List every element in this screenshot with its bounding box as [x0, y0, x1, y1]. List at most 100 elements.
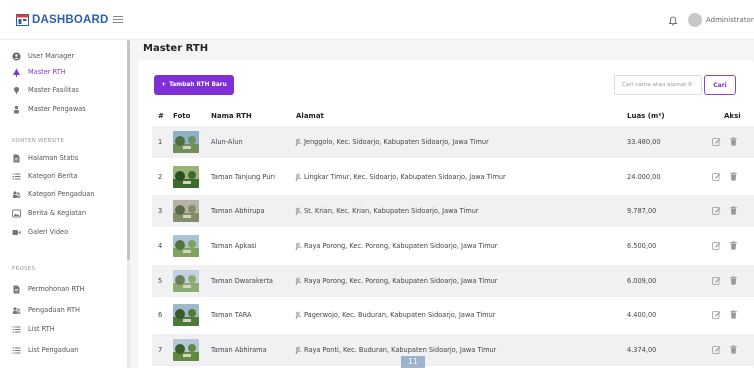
user-name: Administrator [706, 16, 754, 24]
sidebar-item-user-manager[interactable]: User Manager [12, 49, 74, 63]
rth-area: 4.400,00 [627, 311, 657, 319]
add-rth-button-label: Tambah RTH Baru [169, 82, 227, 88]
dashboard-logo-icon [16, 14, 29, 26]
sidebar-item-label: Master Fasilitas [28, 86, 79, 94]
list-icon [12, 347, 21, 353]
users-icon [12, 190, 21, 198]
search-input[interactable]: Cari nama atau alamat R [614, 75, 702, 95]
row-number: 5 [158, 277, 163, 285]
rth-photo[interactable] [173, 131, 199, 153]
sidebar-item-label: Master RTH [28, 68, 66, 76]
logo[interactable]: DASHBOARD [16, 14, 109, 26]
list-icon [12, 173, 21, 179]
rth-photo[interactable] [173, 166, 199, 188]
sidebar-item-kategori-pengaduan[interactable]: Kategori Pengaduan [12, 187, 95, 201]
rth-address: Jl. Raya Porong, Kec. Porong, Kabupaten … [296, 242, 498, 250]
sidebar-item-label: Kategori Berita [28, 172, 78, 180]
sidebar-item-permohonan-rth[interactable]: Permohonan RTH [12, 282, 85, 296]
rth-name: Taman Abhirupa [211, 207, 265, 215]
rth-area: 4.374,00 [627, 346, 657, 354]
column-header-no: # [158, 112, 164, 120]
list-icon [12, 326, 21, 332]
rth-address: Jl. Raya Porong, Kec. Porong, Kabupaten … [296, 277, 498, 285]
menu-toggle-icon[interactable] [113, 16, 123, 23]
rth-address: Jl. Raya Ponti, Kec. Buduran, Kabupaten … [296, 346, 497, 354]
edit-icon[interactable] [712, 241, 721, 250]
sidebar-item-galeri-video[interactable]: Galeri Video [12, 225, 68, 239]
trash-icon[interactable] [729, 310, 738, 319]
file-icon [13, 285, 20, 293]
sidebar-item-kategori-berita[interactable]: Kategori Berita [12, 169, 78, 183]
sidebar-item-master-rth[interactable]: Master RTH [12, 65, 66, 79]
person-icon [14, 105, 19, 113]
search-button[interactable]: Cari [704, 75, 736, 95]
row-number: 7 [158, 346, 163, 354]
trash-icon[interactable] [729, 276, 738, 285]
edit-icon[interactable] [712, 206, 721, 215]
table-row: 3 Taman Abhirupa Jl. St. Krian, Kec. Krian… [152, 195, 754, 227]
sidebar-item-pengaduan-rth[interactable]: Pengaduan RTH [12, 303, 80, 317]
sidebar-item-label: Master Pengawas [28, 105, 86, 113]
trash-icon[interactable] [729, 345, 738, 354]
sidebar-item-master-pengawas[interactable]: Master Pengawas [12, 102, 86, 116]
sidebar-item-list-rth[interactable]: List RTH [12, 322, 55, 336]
rth-address: Jl. Lingkar Timur, Kec. Sidoarjo, Kabupa… [296, 173, 506, 181]
rth-area: 6.009,00 [627, 277, 657, 285]
rth-area: 9.787,00 [627, 207, 657, 215]
sidebar-item-label: List RTH [28, 325, 55, 333]
column-header-aksi: Aksi [724, 112, 741, 120]
table-row: 1 Alun-Alun Jl. Jenggolo, Kec. Sidoarjo, K… [152, 126, 754, 158]
rth-area: 6.500,00 [627, 242, 657, 250]
rth-address: Jl. Jenggolo, Kec. Sidoarjo, Kabupaten S… [296, 138, 489, 146]
row-number: 2 [158, 173, 163, 181]
column-header-alamat: Alamat [296, 112, 324, 120]
trash-icon[interactable] [729, 206, 738, 215]
overlay-badge: 11 [401, 356, 425, 368]
sidebar-item-halaman-statis[interactable]: Halaman Statis [12, 151, 78, 165]
add-rth-button[interactable]: + Tambah RTH Baru [154, 75, 234, 95]
edit-icon[interactable] [712, 137, 721, 146]
page-title: Master RTH [143, 43, 209, 54]
rth-name: Taman Tanjung Puri [211, 173, 275, 181]
table-row: 7 Taman Abhirama Jl. Raya Ponti, Kec. Budu… [152, 334, 754, 366]
tree-icon [13, 68, 20, 77]
image-icon [12, 209, 21, 217]
users-icon [12, 306, 21, 314]
rth-photo[interactable] [173, 235, 199, 257]
table-row: 4 Taman Apkasi Jl. Raya Porong, Kec. Poron… [152, 230, 754, 262]
table-row: 5 Taman Dwarakerta Jl. Raya Porong, Kec. P… [152, 265, 754, 297]
sidebar-item-list-pengaduan[interactable]: List Pengaduan [12, 343, 78, 357]
edit-icon[interactable] [712, 276, 721, 285]
rth-area: 33.480,00 [627, 138, 661, 146]
sidebar-item-label: User Manager [28, 52, 75, 60]
rth-photo[interactable] [173, 339, 199, 361]
sidebar-item-label: Kategori Pengaduan [28, 190, 95, 198]
trash-icon[interactable] [729, 172, 738, 181]
user-menu[interactable]: Administrator ˅ [688, 13, 754, 27]
row-number: 4 [158, 242, 163, 250]
logo-text: DASHBOARD [32, 14, 109, 26]
user-circle-icon [12, 52, 21, 60]
rth-photo[interactable] [173, 304, 199, 326]
sidebar-item-master-fasilitas[interactable]: Master Fasilitas [12, 83, 79, 97]
row-number: 6 [158, 311, 163, 319]
column-header-luas: Luas (m²) [627, 112, 665, 120]
sidebar-item-label: Berita & Kegiatan [28, 209, 86, 217]
sidebar-section-konten: KONTEN WEBSITE [12, 138, 65, 144]
row-number: 1 [158, 138, 163, 146]
file-icon [13, 154, 20, 162]
rth-name: Taman Dwarakerta [211, 277, 273, 285]
bell-icon[interactable] [668, 16, 678, 26]
sidebar-item-berita-kegiatan[interactable]: Berita & Kegiatan [12, 206, 86, 220]
edit-icon[interactable] [712, 310, 721, 319]
edit-icon[interactable] [712, 172, 721, 181]
edit-icon[interactable] [712, 345, 721, 354]
rth-photo[interactable] [173, 200, 199, 222]
trash-icon[interactable] [729, 137, 738, 146]
trash-icon[interactable] [729, 241, 738, 250]
sidebar-item-label: Permohonan RTH [28, 285, 85, 293]
rth-address: Jl. St. Krian, Kec. Krian, Kabupaten Sid… [296, 207, 479, 215]
pin-icon [13, 86, 20, 95]
sidebar-item-label: Galeri Video [28, 228, 69, 236]
rth-photo[interactable] [173, 270, 199, 292]
